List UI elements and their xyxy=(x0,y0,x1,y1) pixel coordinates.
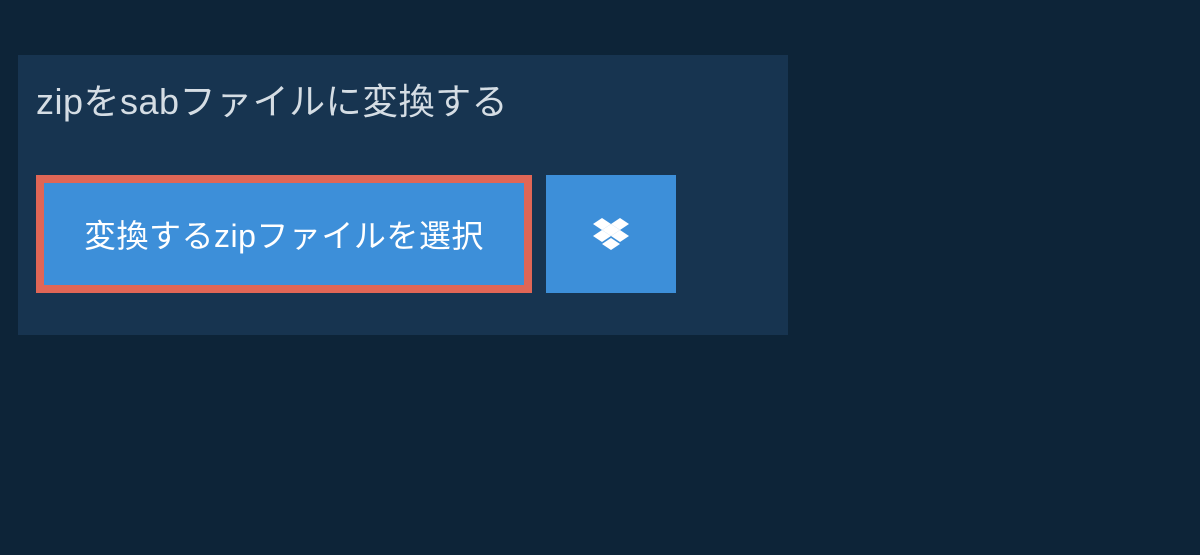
button-row: 変換するzipファイルを選択 xyxy=(36,175,788,293)
dropbox-icon xyxy=(593,218,629,250)
select-file-button[interactable]: 変換するzipファイルを選択 xyxy=(36,175,532,293)
converter-panel: zipをsabファイルに変換する 変換するzipファイルを選択 xyxy=(18,55,788,335)
title-bar: zipをsabファイルに変換する xyxy=(18,55,593,145)
page-title: zipをsabファイルに変換する xyxy=(36,73,575,125)
dropbox-button[interactable] xyxy=(546,175,676,293)
select-file-label: 変換するzipファイルを選択 xyxy=(84,211,484,257)
